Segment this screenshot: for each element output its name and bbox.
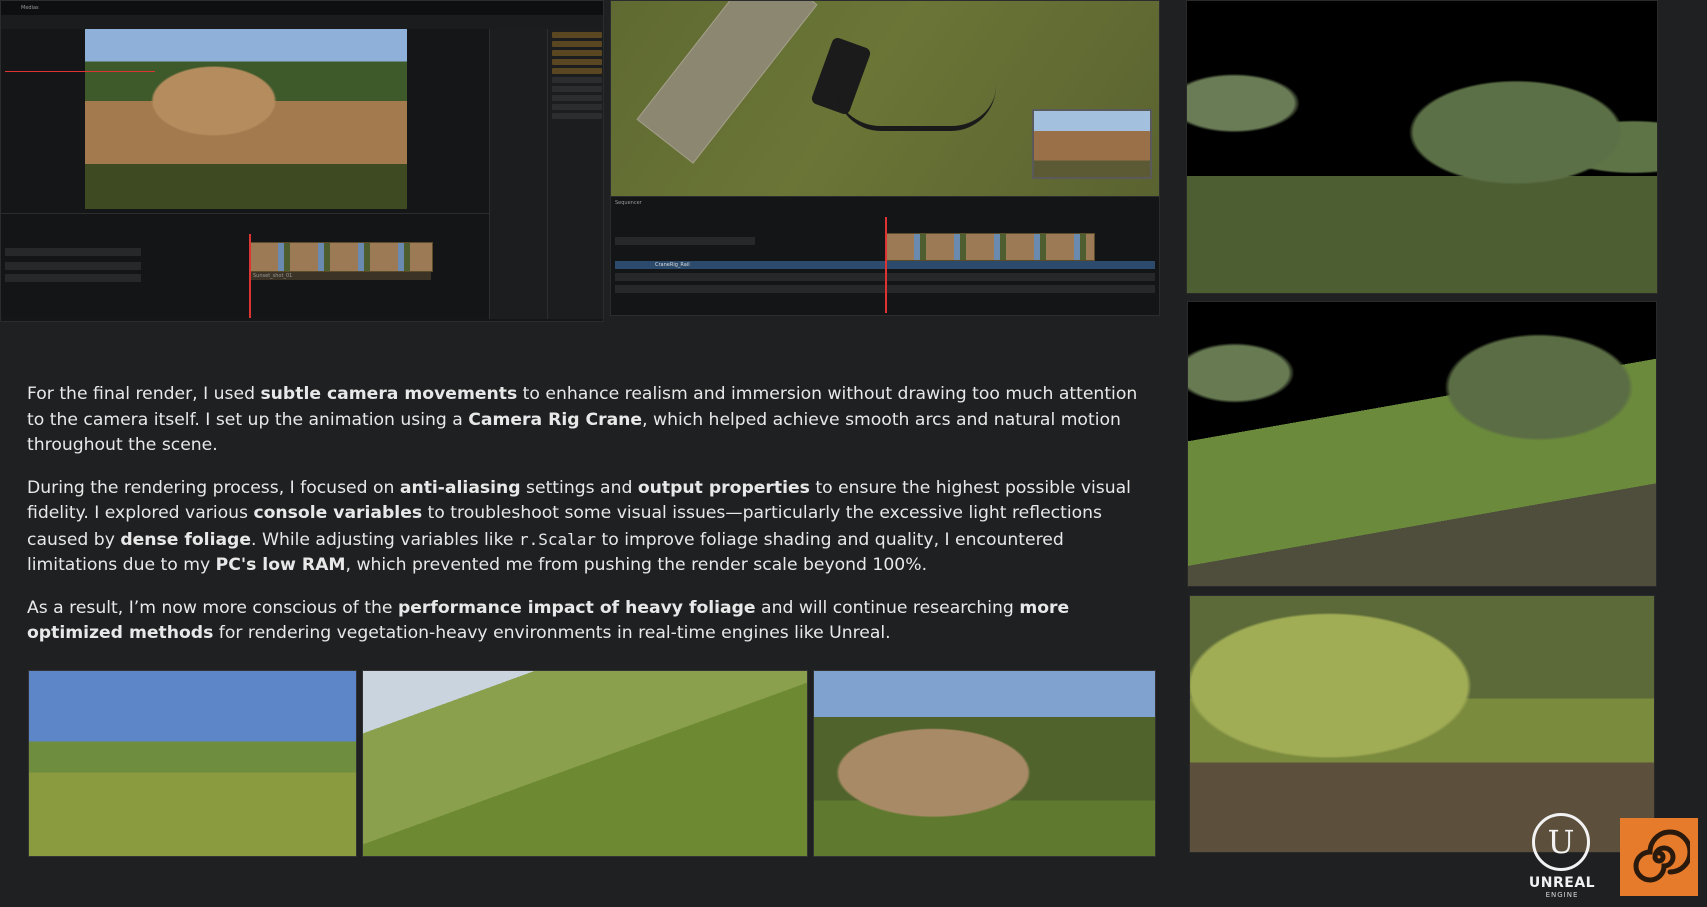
editor-screenshot-left: Medias Sunset_shot_01: [0, 0, 604, 322]
paragraph-rendering: During the rendering process, I focused …: [27, 477, 1131, 576]
render-photo-house: [813, 670, 1156, 857]
details-panel: [547, 29, 603, 319]
render-photo-hill-trees: [28, 670, 357, 857]
paragraph-conclusion: As a result, I’m now more conscious of t…: [27, 597, 1070, 644]
render-foliage-black: [1186, 0, 1658, 294]
sequencer-tab[interactable]: Sequencer: [615, 200, 642, 206]
timeline-clip: [249, 242, 433, 272]
viewport-grass-camera: [611, 1, 1159, 196]
sequencer-timeline-left: Sunset_shot_01: [1, 213, 489, 318]
editor-screenshot-right: Sequencer CraneRig_Rail: [610, 0, 1160, 316]
debug-text-line: [5, 71, 155, 72]
houdini-logo: [1620, 818, 1698, 896]
code-variable: r.Scalar: [518, 529, 597, 549]
spiral-icon: [1633, 829, 1690, 883]
unreal-icon: U: [1532, 813, 1590, 871]
viewport-house: [85, 29, 407, 209]
editor-menubar: Medias: [1, 1, 603, 16]
timeline-clip-right: [885, 233, 1095, 261]
render-photo-grass-hill: [362, 670, 808, 857]
unreal-engine-logo: U UNREAL ENGINE: [1522, 813, 1602, 901]
editor-window-title: Medias: [21, 5, 39, 11]
editor-toolbar: [1, 15, 603, 29]
article-text: For the final render, I used subtle came…: [27, 382, 1147, 664]
paragraph-camera: For the final render, I used subtle came…: [27, 384, 1138, 455]
render-hill-black: [1187, 301, 1657, 587]
outliner-panel: [489, 29, 548, 319]
camera-preview: [1032, 109, 1152, 179]
playhead-right[interactable]: [885, 217, 887, 313]
clip-label: Sunset_shot_01: [253, 273, 293, 279]
shot-label: CraneRig_Rail: [655, 262, 690, 268]
sequencer-timeline-right: Sequencer CraneRig_Rail: [611, 196, 1159, 315]
playhead[interactable]: [249, 234, 251, 318]
crane-arc: [836, 86, 996, 131]
